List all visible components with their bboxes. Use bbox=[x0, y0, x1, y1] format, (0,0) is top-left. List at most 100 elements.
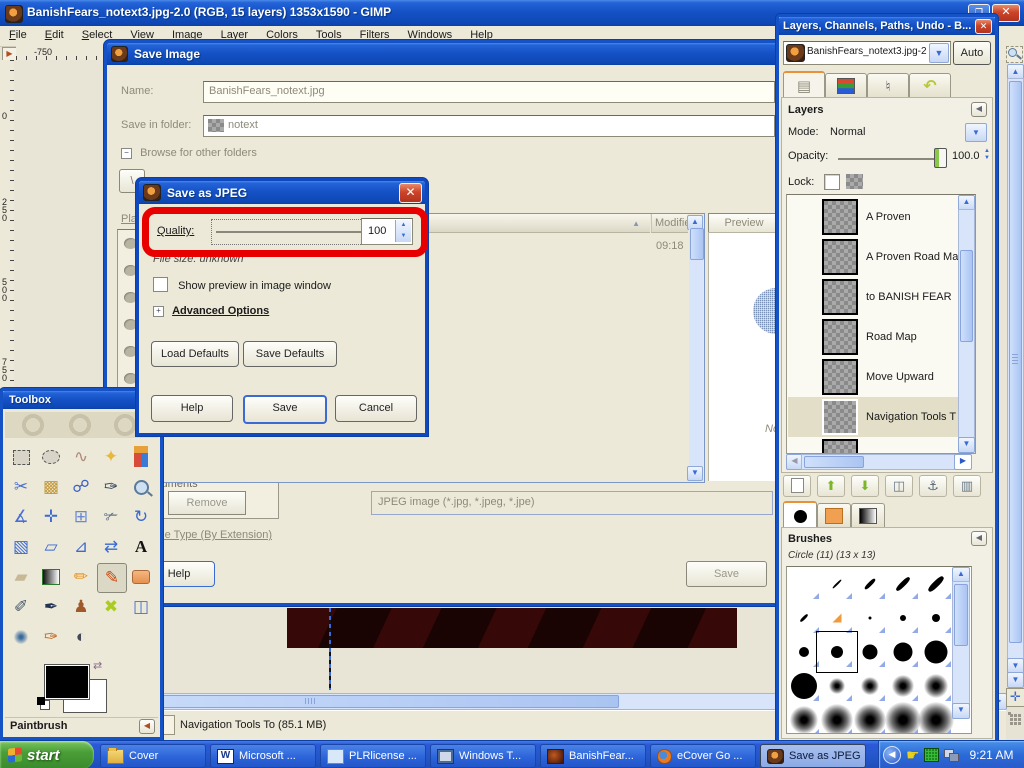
brush-cell[interactable] bbox=[853, 669, 887, 703]
tool-select-by-color[interactable] bbox=[127, 443, 155, 471]
layer-thumbnail[interactable] bbox=[822, 439, 858, 454]
brush-cell[interactable] bbox=[886, 703, 920, 734]
advanced-options-expander[interactable]: + Advanced Options bbox=[153, 305, 269, 317]
brush-cell[interactable] bbox=[820, 601, 854, 635]
filelist-scroll-thumb[interactable] bbox=[690, 228, 704, 260]
menu-edit[interactable]: Edit bbox=[36, 26, 73, 43]
tray-screen-icon[interactable] bbox=[924, 748, 939, 762]
layer-thumbnail[interactable] bbox=[822, 239, 858, 275]
brush-cell[interactable] bbox=[919, 567, 953, 601]
layerlist-scroll-right[interactable]: ▶ bbox=[954, 454, 972, 470]
canvas-image-strip[interactable] bbox=[287, 608, 737, 648]
save-image-title-bar[interactable]: Save Image bbox=[107, 43, 782, 65]
tool-free-select[interactable]: ∿ bbox=[67, 443, 95, 471]
taskbar-task-image[interactable]: BanishFear... bbox=[540, 744, 646, 768]
tab-patterns[interactable] bbox=[817, 503, 851, 528]
delete-layer-button[interactable]: ▥ bbox=[953, 475, 981, 497]
tool-ellipse-select[interactable] bbox=[37, 443, 65, 471]
anchor-layer-button[interactable]: ⚓ bbox=[919, 475, 947, 497]
brushgrid-v-scrollbar[interactable] bbox=[952, 581, 970, 705]
resize-grip[interactable] bbox=[1008, 712, 1011, 715]
brushgrid-scroll-thumb[interactable] bbox=[954, 584, 968, 646]
brushes-panel-menu-icon[interactable]: ◀ bbox=[971, 531, 987, 546]
tool-foreground-select[interactable]: ▩ bbox=[37, 473, 65, 501]
quality-slider[interactable] bbox=[211, 219, 379, 245]
brush-cell[interactable] bbox=[886, 601, 920, 635]
foreground-color-swatch[interactable] bbox=[45, 665, 89, 699]
tool-eraser[interactable] bbox=[127, 563, 155, 591]
sort-ascending-icon[interactable]: ▲ bbox=[632, 219, 640, 228]
taskbar-task-folder[interactable]: Cover bbox=[100, 744, 206, 768]
layer-row[interactable]: Navigation Tools T bbox=[788, 397, 958, 437]
brush-cell[interactable] bbox=[787, 703, 821, 734]
default-colors-icon[interactable] bbox=[37, 697, 45, 705]
layerlist-scroll-thumb[interactable] bbox=[960, 250, 973, 342]
quality-spinner[interactable]: 100 ▲▼ bbox=[361, 218, 413, 245]
tool-zoom[interactable] bbox=[127, 473, 155, 501]
mode-chevron-icon[interactable]: ▼ bbox=[965, 123, 987, 142]
tool-scissors-select[interactable]: ✂ bbox=[7, 473, 35, 501]
filetype-expander[interactable]: File Type (By Extension) bbox=[153, 529, 272, 541]
opacity-spinner[interactable]: ▲▼ bbox=[984, 148, 990, 162]
tool-heal[interactable]: ✖ bbox=[97, 593, 125, 621]
tool-measure[interactable]: ∡ bbox=[7, 503, 35, 531]
layer-name[interactable]: Road Map bbox=[866, 331, 917, 343]
save-defaults-button[interactable]: Save Defaults bbox=[243, 341, 337, 367]
panel-collapse-arrow-icon[interactable]: ◀ bbox=[139, 719, 155, 734]
main-v-scrollbar[interactable] bbox=[1007, 78, 1024, 660]
tool-crop[interactable]: ✃ bbox=[97, 503, 125, 531]
tool-align[interactable]: ⊞ bbox=[67, 503, 95, 531]
raise-layer-button[interactable]: ⬆ bbox=[817, 475, 845, 497]
brush-cell[interactable] bbox=[787, 669, 821, 703]
layer-row[interactable]: to BANISH FEAR bbox=[788, 277, 958, 317]
layer-row[interactable]: Move Upward bbox=[788, 357, 958, 397]
zoom-fit-toggle[interactable] bbox=[1006, 46, 1023, 63]
brush-cell[interactable] bbox=[886, 635, 920, 669]
lock-alpha-icon[interactable] bbox=[846, 174, 863, 189]
filename-input[interactable]: BanishFears_notext.jpg bbox=[203, 81, 775, 103]
layerlist-v-scrollbar[interactable] bbox=[958, 209, 975, 439]
layer-row[interactable] bbox=[788, 437, 958, 454]
auto-button[interactable]: Auto bbox=[953, 41, 991, 65]
layer-thumbnail[interactable] bbox=[822, 319, 858, 355]
brush-cell[interactable] bbox=[853, 601, 887, 635]
brush-cell[interactable] bbox=[919, 601, 953, 635]
layerlist-h-scrollbar[interactable] bbox=[801, 454, 955, 470]
taskbar-task-word[interactable]: WMicrosoft ... bbox=[210, 744, 316, 768]
tool-color-picker[interactable]: ✑ bbox=[97, 473, 125, 501]
tab-channels[interactable] bbox=[825, 73, 867, 98]
brushgrid-scroll-down[interactable]: ▼ bbox=[952, 703, 970, 719]
browse-expander[interactable]: − Browse for other folders bbox=[121, 147, 257, 159]
brush-cell[interactable] bbox=[919, 703, 953, 734]
remove-bookmark-button[interactable]: Remove bbox=[168, 491, 246, 515]
brush-cell[interactable] bbox=[820, 635, 854, 669]
tool-smudge[interactable]: ✑ bbox=[37, 623, 65, 651]
image-selector-combo[interactable]: BanishFears_notext3.jpg-2 ▼ bbox=[783, 41, 951, 65]
layer-thumbnail[interactable] bbox=[822, 279, 858, 315]
taskbar-task-doc[interactable]: PLRlicense ... bbox=[320, 744, 426, 768]
brush-cell[interactable] bbox=[787, 601, 821, 635]
jpeg-help-button[interactable]: Help bbox=[151, 395, 233, 422]
layerlist-scroll-down[interactable]: ▼ bbox=[958, 437, 975, 453]
layers-title-bar[interactable]: Layers, Channels, Paths, Undo - B... ✕ bbox=[779, 17, 995, 35]
save-image-save-button[interactable]: Save bbox=[686, 561, 767, 587]
tray-collapse-icon[interactable]: ◀ bbox=[883, 746, 901, 764]
jpeg-dialog-close-icon[interactable]: ✕ bbox=[399, 183, 422, 203]
taskbar-task-computer[interactable]: Windows T... bbox=[430, 744, 536, 768]
jpeg-save-button[interactable]: Save bbox=[243, 395, 327, 424]
brush-cell[interactable] bbox=[886, 669, 920, 703]
navigation-button[interactable]: ✛ bbox=[1006, 688, 1024, 707]
tool-pencil[interactable]: ✏ bbox=[67, 563, 95, 591]
layer-name[interactable]: Move Upward bbox=[866, 371, 934, 383]
tool-flip[interactable]: ⇄ bbox=[97, 533, 125, 561]
tab-brushes[interactable] bbox=[783, 501, 817, 529]
tool-rectangle-select[interactable] bbox=[7, 443, 35, 471]
brush-cell[interactable] bbox=[853, 703, 887, 734]
brush-cell[interactable] bbox=[820, 703, 854, 734]
tool-fuzzy-select[interactable]: ✦ bbox=[97, 443, 125, 471]
status-cancel-box[interactable] bbox=[163, 715, 175, 735]
tab-gradients[interactable] bbox=[851, 503, 885, 528]
brush-cell[interactable] bbox=[886, 567, 920, 601]
brush-cell[interactable] bbox=[820, 669, 854, 703]
tool-paths[interactable]: ☍ bbox=[67, 473, 95, 501]
